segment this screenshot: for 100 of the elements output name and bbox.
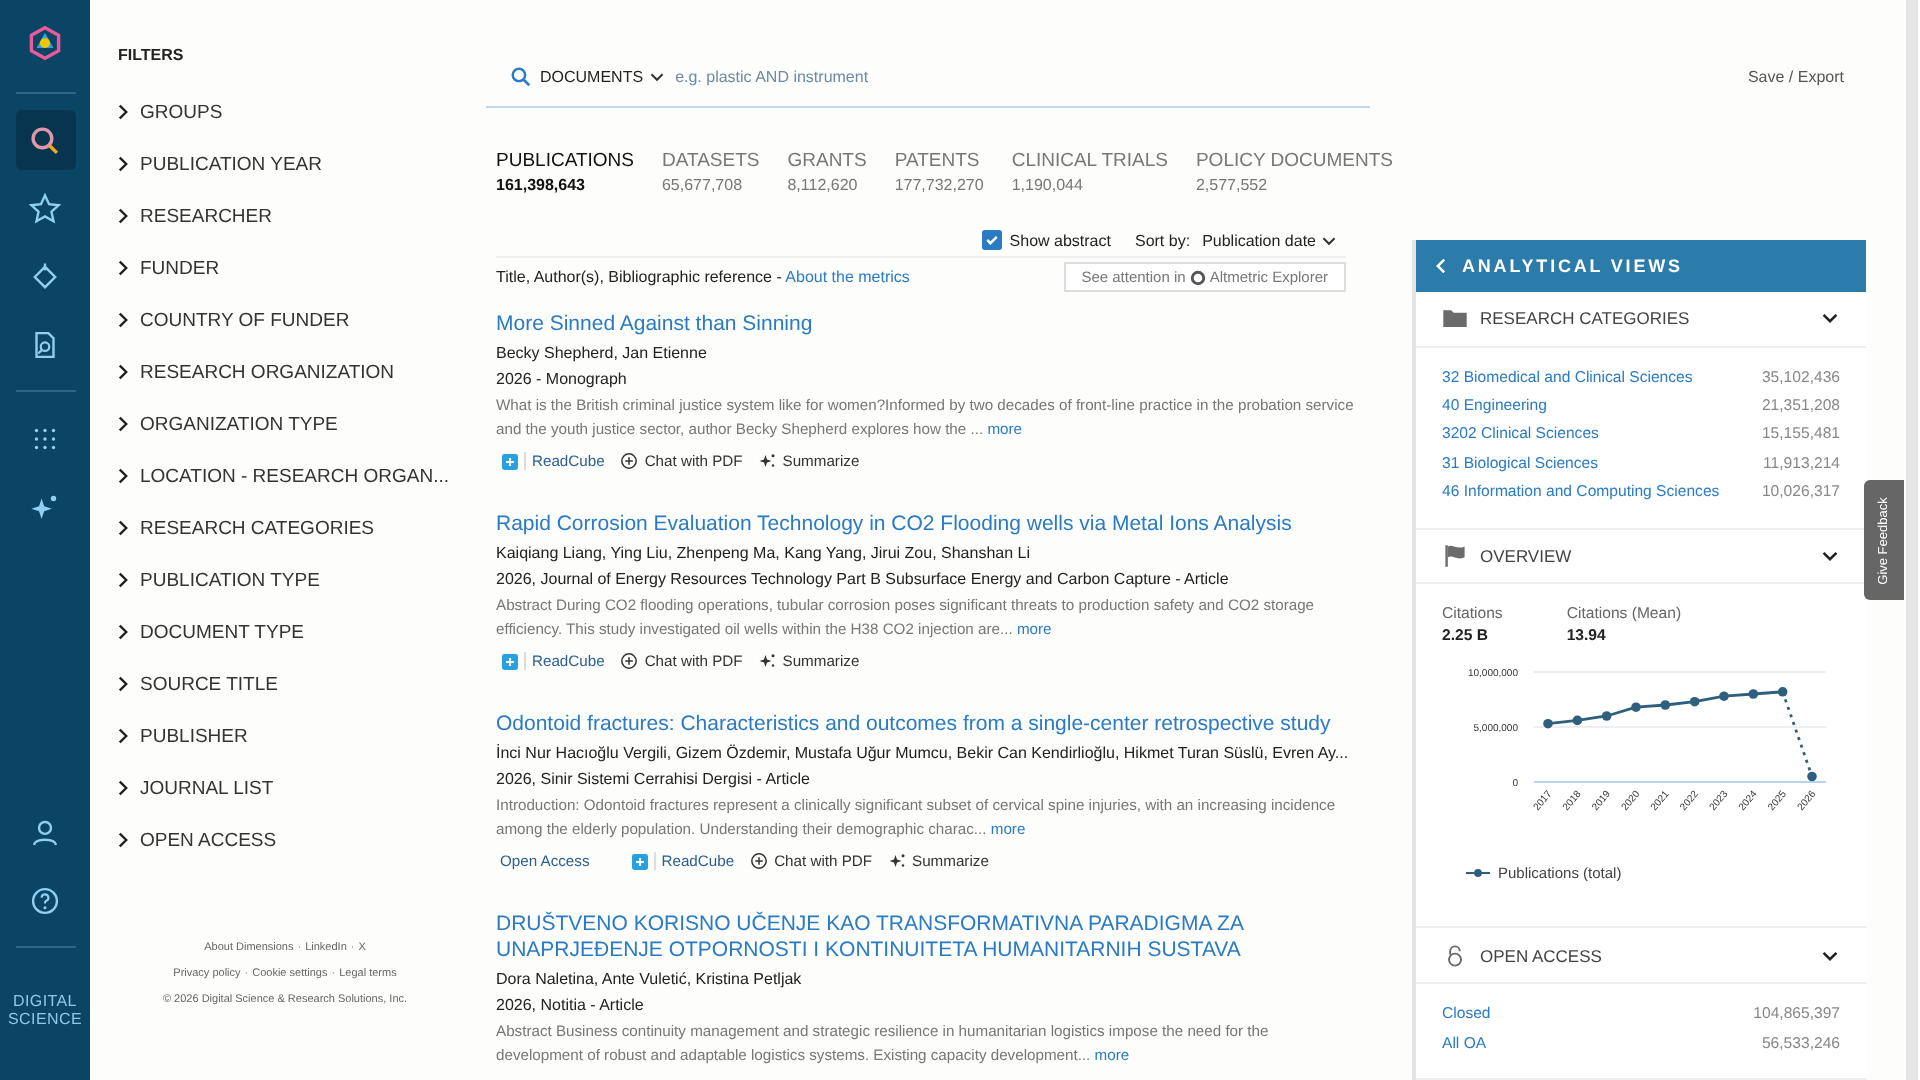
brand-text: SCIENCE (8, 1010, 82, 1028)
chevron-down-icon (1822, 312, 1838, 325)
plus-circle-icon (620, 452, 639, 470)
result-type-tab[interactable]: PUBLICATIONS 161,398,643 (496, 150, 634, 194)
filter-item[interactable]: GROUPS (118, 86, 480, 138)
section-header[interactable]: RESEARCH CATEGORIES (1416, 291, 1866, 348)
sparkle-icon (758, 452, 777, 470)
filter-item[interactable]: PUBLICATION TYPE (118, 554, 480, 606)
filter-item[interactable]: LOCATION - RESEARCH ORGAN... (118, 450, 480, 502)
column-description: Title, Author(s), Bibliographic reference - About the metrics (496, 268, 910, 286)
author-list: Becky Shepherd, Jan Etienne (496, 344, 1356, 362)
result-title-link[interactable]: Rapid Corrosion Evaluation Technology in CO2 Flooding wells via Metal Ions Analysis (496, 512, 1356, 538)
data-point (1689, 697, 1700, 708)
plus-circle-icon (750, 852, 769, 870)
search-icon[interactable] (28, 123, 62, 157)
caret-icon (1322, 235, 1336, 245)
search-icon[interactable] (510, 65, 532, 87)
caret-icon (649, 71, 664, 81)
ring-icon (1189, 269, 1206, 285)
data-point (1660, 701, 1671, 711)
filter-item[interactable]: DOCUMENT TYPE (118, 606, 480, 658)
chevron-icon (118, 676, 128, 692)
bibliographic-reference: 2026, Sinir Sistemi Cerrahisi Dergisi - Article (496, 770, 812, 788)
chevron-icon (118, 520, 128, 536)
plus-circle-icon (620, 652, 639, 670)
filter-item[interactable]: COUNTRY OF FUNDER (118, 294, 480, 346)
add-icon[interactable] (502, 453, 518, 469)
filter-item[interactable]: PUBLICATION YEAR (118, 138, 480, 190)
chevron-icon (118, 832, 128, 848)
sparkle-icon (758, 652, 777, 670)
chevron-icon (118, 260, 128, 276)
sort-dropdown[interactable]: Publication date (1202, 231, 1336, 249)
chevron-icon (118, 468, 128, 484)
save-export-link[interactable]: Save / Export (1747, 67, 1844, 85)
result-type-tab[interactable]: POLICY DOCUMENTS 2,577,552 (1195, 150, 1394, 194)
back-chevron-icon (1436, 257, 1446, 274)
panel-header[interactable]: ANALYTICAL VIEWS (1416, 240, 1866, 292)
user-icon[interactable] (28, 815, 62, 849)
help-icon[interactable] (28, 883, 62, 917)
chevron-down-icon (1822, 949, 1838, 962)
chevron-icon (118, 208, 128, 224)
show-abstract-checkbox[interactable]: Show abstract (981, 230, 1111, 250)
data-point (1543, 719, 1553, 730)
filters-heading: FILTERS (118, 46, 186, 64)
filter-item[interactable]: SOURCE TITLE (118, 658, 480, 710)
result-title-link[interactable]: Odontoid fractures: Characteristics and outcomes from a single-center retrospective study (496, 712, 1356, 738)
chevron-down-icon (1822, 550, 1838, 563)
author-list: Dora Naletina, Ante Vuletić, Kristina Petljak (496, 970, 1356, 988)
result-type-tab[interactable]: CLINICAL TRIALS 1,190,044 (1011, 150, 1168, 194)
filter-item[interactable]: RESEARCH CATEGORIES (118, 502, 480, 554)
filter-item[interactable]: RESEARCH ORGANIZATION (118, 346, 480, 398)
filter-item[interactable]: RESEARCHER (118, 190, 480, 242)
scope-dropdown[interactable]: DOCUMENTS (540, 67, 664, 85)
brand-text: DIGITAL (13, 992, 77, 1010)
filter-item[interactable]: JOURNAL LIST (118, 762, 480, 814)
chevron-icon (118, 624, 128, 640)
chevron-icon (118, 104, 128, 120)
sparkle-icon (888, 852, 907, 870)
logo-icon[interactable] (28, 26, 62, 60)
chevron-icon (118, 416, 128, 432)
data-point (1748, 690, 1759, 700)
chevron-icon (118, 728, 128, 744)
result-type-tab[interactable]: PATENTS 177,732,270 (894, 150, 984, 194)
bibliographic-reference: 2026, Notitia - Article (496, 996, 646, 1014)
bibliographic-reference: 2026, Journal of Energy Resources Technology Part B Subsurface Energy and Carbon Capture - Article (496, 570, 1231, 588)
tag-icon[interactable] (28, 259, 62, 293)
legend-marker-icon (1466, 868, 1490, 879)
author-list: Kaiqiang Liang, Ying Liu, Zhenpeng Ma, Kang Yang, Jirui Zou, Shanshan Li (496, 544, 1356, 562)
folder-icon (1442, 306, 1468, 331)
data-point (1719, 692, 1729, 702)
data-point (1631, 703, 1641, 713)
data-point (1572, 716, 1583, 727)
chevron-icon (118, 364, 128, 380)
chevron-icon (118, 312, 128, 328)
data-point (1807, 772, 1817, 783)
search-field[interactable]: e.g. plastic AND instrument (671, 65, 1274, 87)
chevron-icon (118, 572, 128, 588)
sort-label: Sort by: (1134, 231, 1191, 249)
add-icon[interactable] (502, 653, 518, 669)
result-type-tab[interactable]: DATASETS 65,677,708 (661, 150, 760, 194)
result-title-link[interactable]: DRUŠTVENO KORISNO UČENJE KAO TRANSFORMATIVNA PARADIGMA ZA UNAPRJEĐENJE OTPORNOSTI I KONTINUITETA HUMANITARNIH SUSTAVA (496, 912, 1356, 964)
add-icon[interactable] (631, 853, 648, 869)
chevron-icon (118, 156, 128, 172)
author-list: İnci Nur Hacıoğlu Vergili, Gizem Özdemir, Mustafa Uğur Mumcu, Bekir Can Kendirlioğlu, Hikmet Turan Süslü, Evren Ay... (496, 744, 1356, 762)
open-lock-icon (1442, 943, 1468, 968)
result-title-link[interactable]: More Sinned Against than Sinning (496, 312, 1356, 338)
scrollbar[interactable] (1906, 0, 1918, 1080)
about-metrics-link[interactable]: About the metrics (785, 268, 910, 286)
data-point (1777, 687, 1788, 698)
filter-item[interactable]: ORGANIZATION TYPE (118, 398, 480, 450)
section-header[interactable]: OPEN ACCESS (1416, 928, 1866, 985)
checkmark-icon (983, 232, 1000, 248)
result-type-tab[interactable]: GRANTS 8,112,620 (787, 150, 867, 194)
chevron-icon (118, 780, 128, 796)
filter-item[interactable]: PUBLISHER (118, 710, 480, 762)
bibliographic-reference: 2026 - Monograph (496, 370, 629, 388)
star-icon[interactable] (28, 191, 62, 225)
data-point (1601, 712, 1612, 722)
filter-item[interactable]: FUNDER (118, 242, 480, 294)
filter-item[interactable]: OPEN ACCESS (118, 814, 480, 866)
